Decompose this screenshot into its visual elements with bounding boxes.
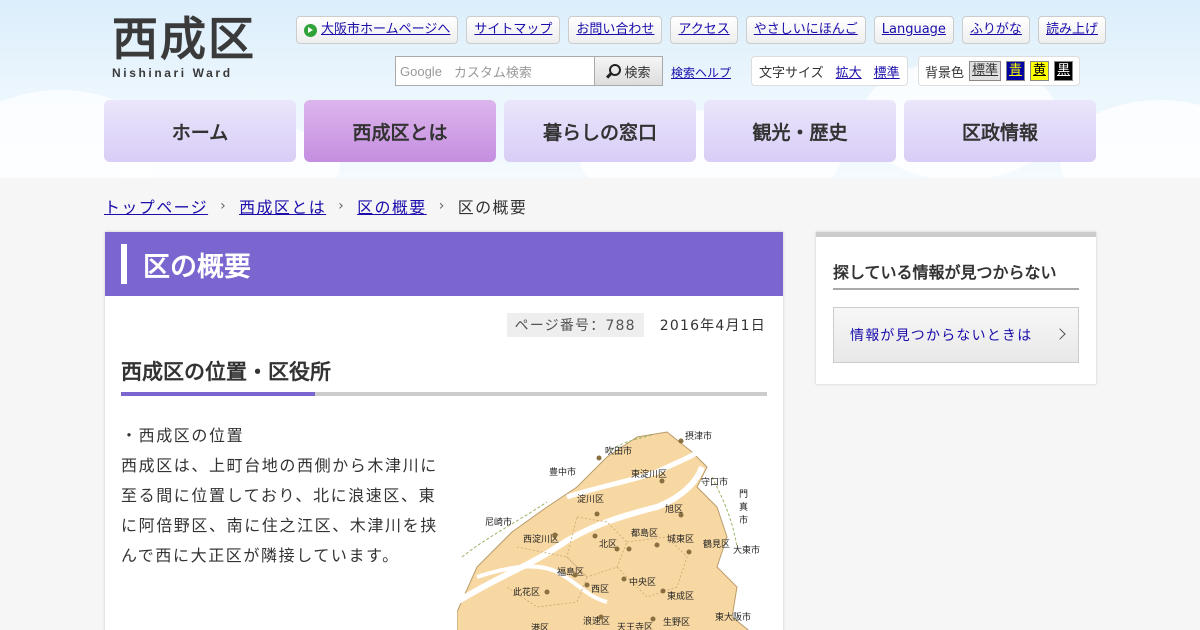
page-number: ページ番号：788 (506, 313, 644, 337)
bg-color-standard[interactable]: 標準 (969, 61, 1002, 81)
bg-color-control: 背景色 標準 青 黄 黒 (918, 56, 1081, 86)
chevron-right-icon: › (438, 198, 446, 214)
nav-administration[interactable]: 区政情報 (904, 100, 1096, 162)
search-input[interactable]: Google カスタム検索 (395, 56, 595, 86)
access-link[interactable]: アクセス (670, 16, 738, 44)
google-label: Google (400, 63, 442, 79)
bg-color-yellow[interactable]: 黄 (1030, 61, 1050, 81)
map-label: 尼崎市 (485, 516, 512, 528)
sidebar-title: 探している情報が見つからない (833, 263, 1057, 282)
sidebar-help-box: 探している情報が見つからない 情報が見つからないときは (816, 232, 1096, 384)
bg-color-blue[interactable]: 青 (1006, 61, 1026, 81)
search-button[interactable]: 検索 (595, 56, 663, 86)
map-label: 吹田市 (605, 445, 632, 457)
paragraph-line: に阿倍野区、南に住之江区、木津川を挟 (121, 516, 438, 535)
furigana-link[interactable]: ふりがな (961, 16, 1030, 44)
map-label: 東大阪市 (715, 611, 751, 623)
top-links: 大阪市ホームページへ サイトマップ お問い合わせ アクセス やさしいにほんご L… (296, 16, 1106, 44)
heading-underline (121, 392, 767, 396)
map-label: 市 (739, 514, 748, 526)
sitemap-link[interactable]: サイトマップ (466, 16, 561, 44)
contact-link[interactable]: お問い合わせ (568, 16, 663, 44)
nav-about-nishinari[interactable]: 西成区とは (304, 100, 496, 162)
main-content: 区の概要 ページ番号：788 2016年4月1日 西成区の位置・区役所 ・西成区… (105, 232, 783, 630)
chevron-right-icon: › (338, 198, 346, 214)
paragraph-line: ・西成区の位置 (121, 426, 245, 445)
title-bar-decoration (121, 244, 127, 284)
map-label: 鶴見区 (703, 538, 730, 550)
site-logo[interactable]: 西成区 Nishinari Ward (112, 14, 262, 86)
search-form: Google カスタム検索 検索 (395, 56, 663, 86)
map-label: 北区 (599, 539, 617, 550)
search-placeholder: カスタム検索 (453, 65, 532, 81)
map-label: 西区 (591, 584, 609, 595)
nav-living[interactable]: 暮らしの窓口 (504, 100, 696, 162)
map-label: 福島区 (557, 566, 584, 578)
font-size-control: 文字サイズ 拡大 標準 (751, 56, 908, 86)
bg-color-black[interactable]: 黒 (1054, 61, 1074, 81)
breadcrumb-overview-link[interactable]: 区の概要 (357, 194, 427, 218)
search-help-link[interactable]: 検索ヘルプ (671, 64, 731, 81)
map-label: 摂津市 (685, 430, 712, 442)
page-meta: ページ番号：788 2016年4月1日 (506, 313, 767, 337)
font-size-label: 文字サイズ (759, 65, 824, 81)
paragraph-line: 至る間に位置しており、北に浪速区、東 (121, 486, 437, 505)
map-label: 此花区 (513, 586, 540, 598)
map-label: 中央区 (629, 576, 656, 588)
read-aloud-link[interactable]: 読み上げ (1037, 16, 1106, 44)
nav-home[interactable]: ホーム (104, 100, 296, 162)
map-label: 東成区 (667, 590, 694, 602)
map-label: 門 (739, 489, 748, 500)
page-date: 2016年4月1日 (659, 318, 766, 334)
breadcrumb-current: 区の概要 (457, 198, 528, 217)
map-label: 淀川区 (577, 493, 604, 505)
map-label: 豊中市 (549, 466, 576, 478)
section-body: ・西成区の位置 西成区は、上町台地の西側から木津川に 至る間に位置しており、北に… (121, 421, 439, 571)
info-not-found-button[interactable]: 情報が見つからないときは (833, 307, 1079, 363)
location-map: 摂津市 吹田市 豊中市 東淀川区 守口市 門 真 市 淀川区 旭区 尼崎市 西淀… (457, 430, 760, 630)
font-size-normal[interactable]: 標準 (874, 62, 900, 81)
logo-english: Nishinari Ward (112, 66, 233, 80)
map-label: 浪速区 (583, 615, 610, 627)
map-label: 大東市 (733, 544, 760, 556)
osaka-city-home-link[interactable]: 大阪市ホームページへ (296, 16, 459, 44)
logo-kanji: 西成区 (112, 12, 256, 66)
global-nav: ホーム 西成区とは 暮らしの窓口 観光・歴史 区政情報 (104, 100, 1096, 162)
paragraph-line: 西成区は、上町台地の西側から木津川に (121, 456, 438, 475)
search-icon (606, 64, 622, 78)
breadcrumb-top[interactable]: トップページ (104, 194, 208, 218)
map-label: 守口市 (701, 476, 728, 488)
map-label: 港区 (531, 622, 549, 630)
map-label: 真 (739, 501, 748, 513)
chevron-right-icon: › (220, 198, 228, 214)
map-label: 東淀川区 (631, 468, 667, 480)
page-title: 区の概要 (105, 232, 783, 296)
language-link[interactable]: Language (873, 16, 954, 44)
map-label: 城東区 (667, 533, 694, 545)
map-label: 生野区 (663, 616, 690, 628)
nav-tourism-history[interactable]: 観光・歴史 (704, 100, 896, 162)
paragraph-line: んで西に大正区が隣接しています。 (121, 546, 400, 565)
arrow-right-icon (304, 23, 317, 37)
easy-japanese-link[interactable]: やさしいにほんご (745, 16, 866, 44)
chevron-right-icon (1054, 328, 1066, 340)
header: 西成区 Nishinari Ward 大阪市ホームページへ サイトマップ お問い… (0, 0, 1200, 178)
font-size-larger[interactable]: 拡大 (836, 62, 862, 81)
breadcrumb-about[interactable]: 西成区とは (239, 194, 326, 218)
map-label: 天王寺区 (617, 622, 653, 630)
breadcrumb: トップページ › 西成区とは › 区の概要 › 区の概要 (104, 194, 527, 218)
map-label: 都島区 (631, 527, 658, 539)
bg-color-label: 背景色 (925, 65, 965, 81)
section-heading: 西成区の位置・区役所 (121, 360, 331, 384)
sidebar-title-underline (833, 288, 1079, 290)
